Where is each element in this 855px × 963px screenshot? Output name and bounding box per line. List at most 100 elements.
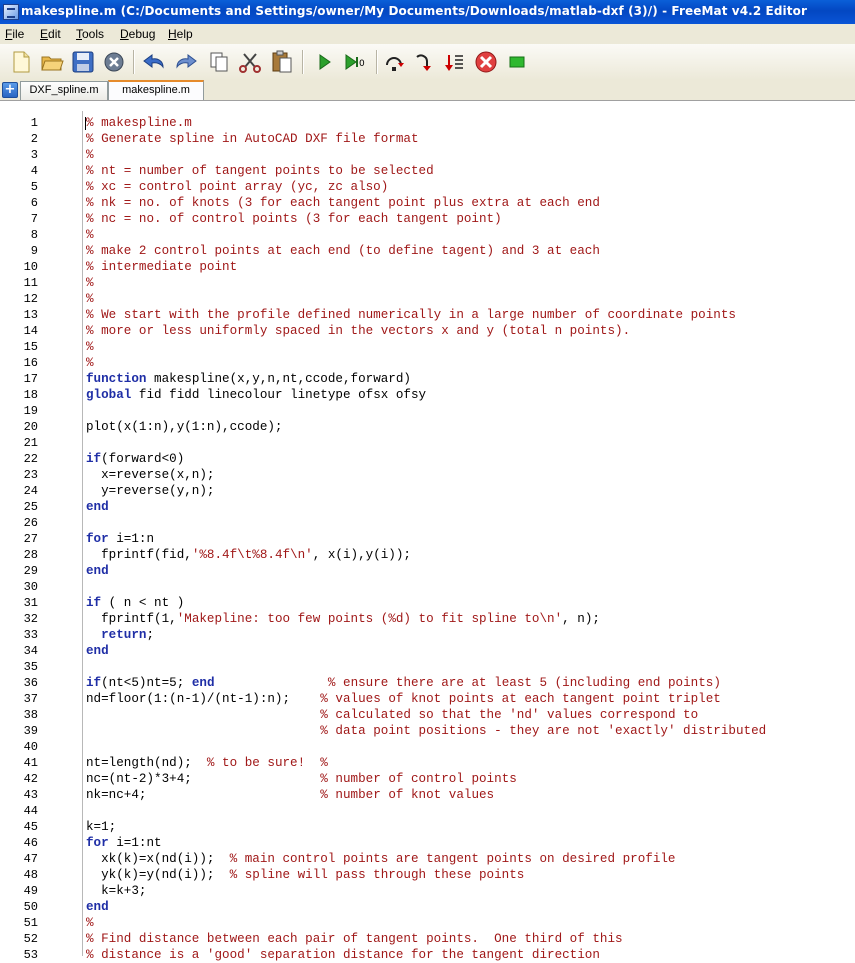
code-token: k=1; [86,820,117,834]
menu-bar: File Edit Tools Debug Help [0,24,855,44]
line-number: 41 [23,756,38,770]
save-icon[interactable] [70,49,96,75]
menu-edit[interactable]: Edit [40,27,61,41]
line-number: 17 [23,372,38,386]
step-into-icon[interactable] [411,49,437,75]
freemat-app-icon[interactable] [3,4,19,20]
code-line[interactable]: % calculated so that the 'nd' values cor… [86,707,698,723]
code-line[interactable]: % [86,355,94,371]
line-number: 7 [30,212,38,226]
code-editor[interactable]: 1 % makespline.m 2 % Generate spline in Aut… [0,100,855,962]
code-line[interactable]: nk=nc+4; % number of knot values [86,787,494,803]
menu-file[interactable]: File [5,27,24,41]
run-to-cursor-icon[interactable]: 0 [343,49,369,75]
run-icon[interactable] [311,49,337,75]
cut-icon[interactable] [237,49,263,75]
line-number: 14 [23,324,38,338]
tab-makespline[interactable]: makespline.m [108,80,204,102]
new-file-icon[interactable] [8,49,34,75]
code-line[interactable]: % make 2 control points at each end (to … [86,243,600,259]
line-number: 36 [23,676,38,690]
code-line[interactable]: % [86,291,94,307]
code-line[interactable]: % nk = no. of knots (3 for each tangent … [86,195,600,211]
code-line[interactable]: fprintf(fid,'%8.4f\t%8.4f\n', x(i),y(i))… [86,547,411,563]
code-line[interactable]: end [86,899,109,915]
code-line[interactable]: % nc = no. of control points (3 for each… [86,211,502,227]
step-over-icon[interactable] [381,49,407,75]
add-tab-icon[interactable]: + [2,82,18,98]
code-line[interactable]: y=reverse(y,n); [86,483,214,499]
code-line[interactable]: yk(k)=y(nd(i)); % spline will pass throu… [86,867,524,883]
code-line[interactable]: % Find distance between each pair of tan… [86,931,623,947]
open-folder-icon[interactable] [39,49,65,75]
tab-dxf-spline[interactable]: DXF_spline.m [20,81,108,100]
code-line[interactable]: % [86,275,94,291]
code-token: fprintf(fid, [86,548,192,562]
title-bar: makespline.m (C:/Documents and Settings/… [0,0,855,24]
code-line[interactable]: % nt = number of tangent points to be se… [86,163,434,179]
line-number: 32 [23,612,38,626]
code-line[interactable]: xk(k)=x(nd(i)); % main control points ar… [86,851,675,867]
code-line[interactable]: % xc = control point array (yc, zc also) [86,179,388,195]
redo-icon[interactable] [173,49,199,75]
code-line[interactable]: nc=(nt-2)*3+4; % number of control point… [86,771,517,787]
line-number: 3 [30,148,38,162]
line-number: 37 [23,692,38,706]
code-line[interactable]: global fid fidd linecolour linetype ofsx… [86,387,426,403]
code-line[interactable]: if ( n < nt ) [86,595,184,611]
code-line[interactable]: % [86,147,94,163]
comment-token: % intermediate point [86,260,238,274]
code-line[interactable]: end [86,499,109,515]
comment-token: % [86,340,94,354]
code-line[interactable]: fprintf(1,'Makepline: too few points (%d… [86,611,600,627]
keyword-token: for [86,836,109,850]
comment-token: % [86,148,94,162]
string-token: 'Makepline: too few points (%d) to fit s… [176,612,563,626]
code-line[interactable]: % We start with the profile defined nume… [86,307,736,323]
code-line[interactable]: % distance is a 'good' separation distan… [86,947,600,963]
menu-tools[interactable]: Tools [76,27,104,41]
code-line[interactable]: if(forward<0) [86,451,184,467]
code-line[interactable]: if(nt<5)nt=5; end % ensure there are at … [86,675,721,691]
code-line[interactable]: end [86,563,109,579]
code-line[interactable]: nd=floor(1:(n-1)/(nt-1):n); % values of … [86,691,721,707]
paste-icon[interactable] [269,49,295,75]
code-line[interactable]: end [86,643,109,659]
menu-debug[interactable]: Debug [120,27,155,41]
code-line[interactable]: nt=length(nd); % to be sure! % [86,755,328,771]
code-line[interactable]: plot(x(1:n),y(1:n),ccode); [86,419,283,435]
code-line[interactable]: k=k+3; [86,883,146,899]
code-line[interactable]: x=reverse(x,n); [86,467,214,483]
code-line[interactable]: % makespline.m [86,115,192,131]
step-out-icon[interactable] [441,49,467,75]
menu-help[interactable]: Help [168,27,193,41]
line-number: 12 [23,292,38,306]
line-number: 24 [23,484,38,498]
undo-icon[interactable] [141,49,167,75]
code-line[interactable]: % Generate spline in AutoCAD DXF file fo… [86,131,419,147]
code-line[interactable]: % intermediate point [86,259,237,275]
comment-token: % data point positions - they are not 'e… [320,724,767,738]
line-number: 21 [23,436,38,450]
copy-icon[interactable] [206,49,232,75]
stop-icon[interactable] [473,49,499,75]
code-line[interactable]: % [86,339,94,355]
code-line[interactable]: function makespline(x,y,n,nt,ccode,forwa… [86,371,411,387]
code-line[interactable]: % data point positions - they are not 'e… [86,723,766,739]
line-number: 13 [23,308,38,322]
code-line[interactable]: for i=1:n [86,531,154,547]
code-line[interactable]: k=1; [86,819,116,835]
code-line[interactable]: for i=1:nt [86,835,162,851]
close-file-icon[interactable] [101,49,127,75]
code-line[interactable]: % [86,227,94,243]
continue-icon[interactable] [504,49,530,75]
line-number: 27 [23,532,38,546]
comment-token: % makespline.m [86,116,192,130]
keyword-token: if [86,596,102,610]
comment-token: % [86,356,94,370]
code-line[interactable]: % more or less uniformly spaced in the v… [86,323,630,339]
code-line[interactable]: % [86,915,94,931]
code-line[interactable]: return; [86,627,154,643]
line-number: 22 [23,452,38,466]
line-number: 53 [23,948,38,962]
